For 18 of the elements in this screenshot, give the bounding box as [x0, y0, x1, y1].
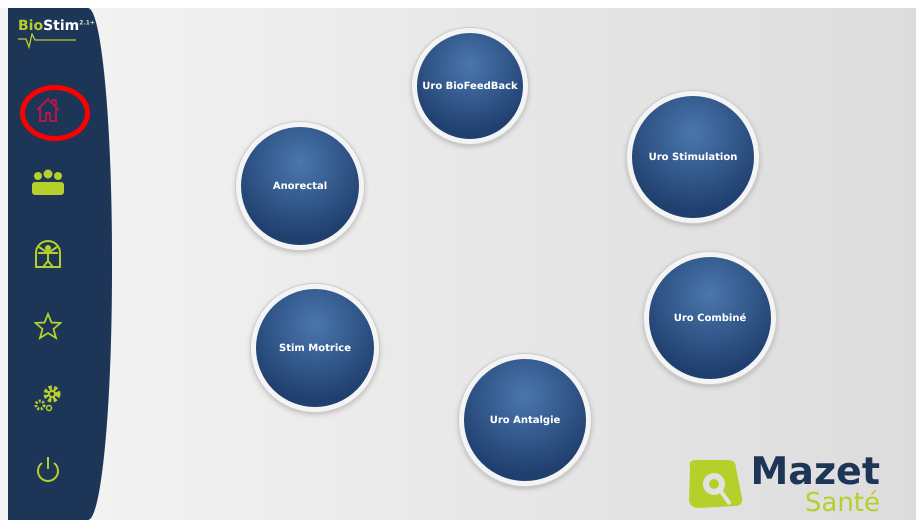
program-button[interactable]: Stim Motrice	[251, 284, 379, 412]
logo-text-bio: Bio	[18, 18, 44, 34]
logo-text-stim: Stim	[43, 18, 80, 34]
version-label: 2.1+	[79, 19, 95, 26]
home-icon	[34, 97, 62, 123]
group-icon	[31, 169, 65, 195]
program-button[interactable]: Uro Antalgie	[459, 354, 591, 486]
settings-icon	[33, 383, 63, 413]
brand-name: Mazet	[750, 452, 880, 490]
power-icon	[34, 455, 62, 485]
star-icon	[34, 312, 62, 340]
wave-icon	[18, 33, 78, 49]
vitruvian-man-icon	[34, 239, 62, 269]
program-button[interactable]: Uro Combiné	[644, 252, 776, 384]
program-button[interactable]: Uro BioFeedBack	[412, 28, 528, 144]
program-button[interactable]: Uro Stimulation	[627, 91, 759, 223]
brand-subtitle: Santé	[804, 490, 880, 516]
program-button[interactable]: Anorectal	[236, 122, 364, 250]
